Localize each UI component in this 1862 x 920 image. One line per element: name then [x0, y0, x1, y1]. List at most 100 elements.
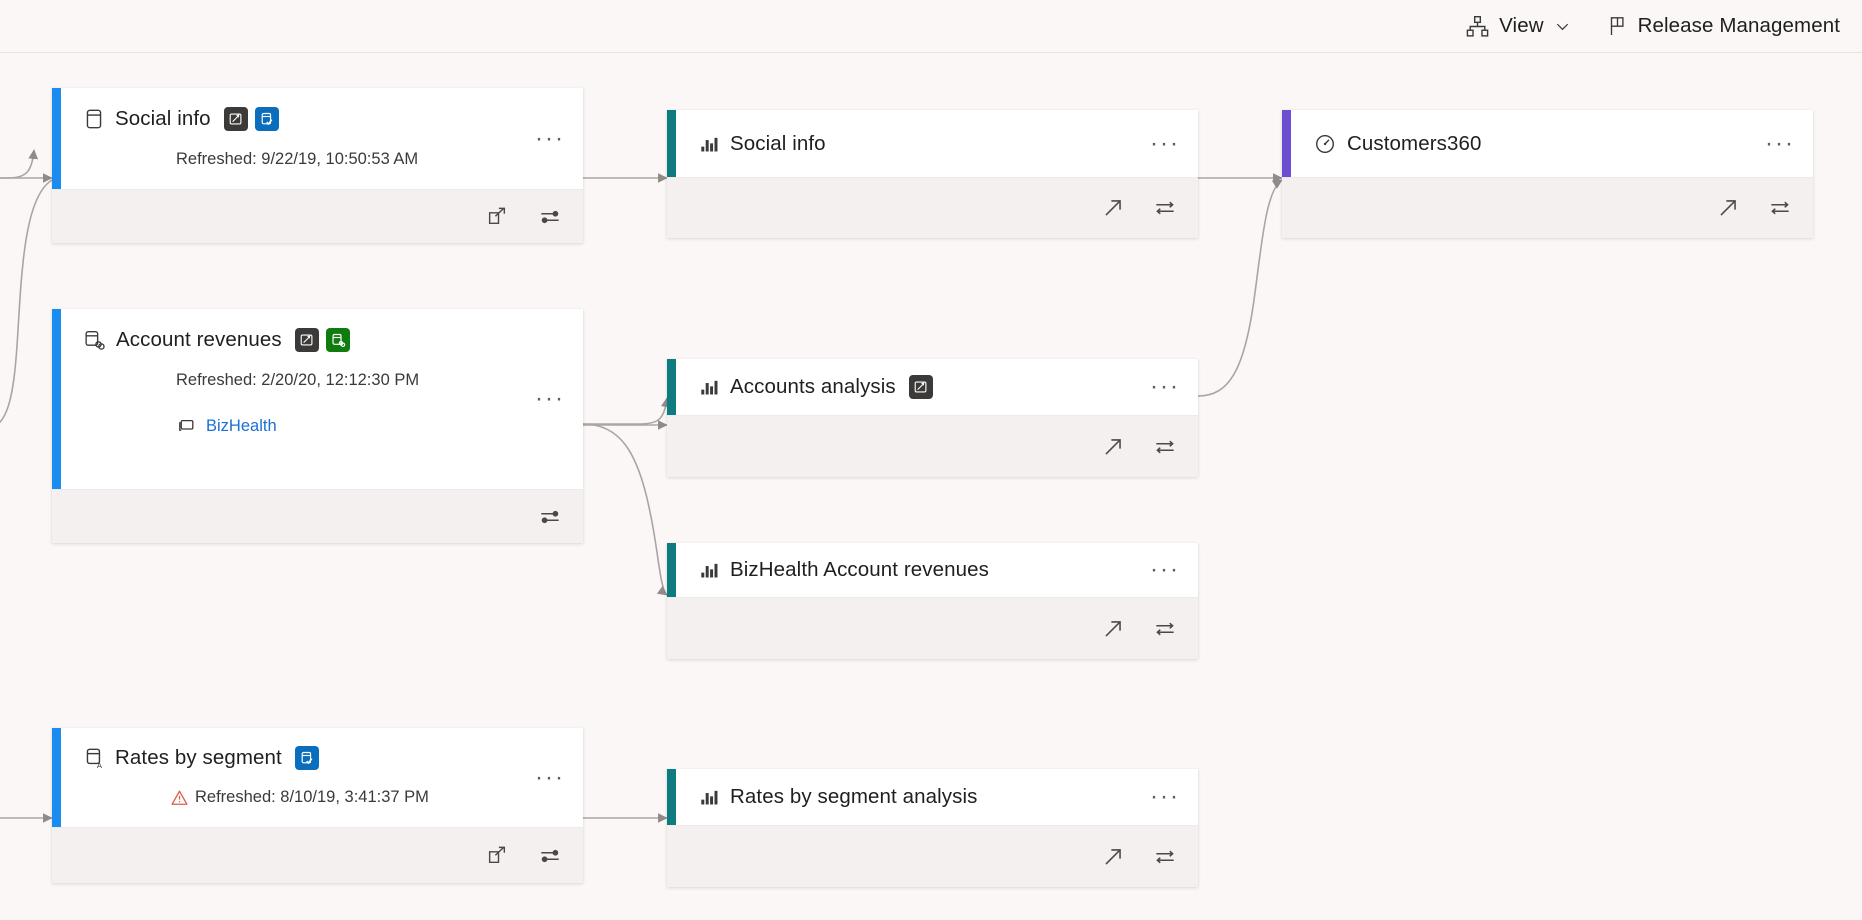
workspace-link[interactable]: BizHealth: [206, 417, 277, 436]
lineage-card-accounts-analysis-report[interactable]: Accounts analysis ···: [667, 359, 1198, 477]
card-header: Rates by segment analysis ···: [667, 769, 1198, 825]
promoted-badge-icon[interactable]: [223, 107, 248, 131]
card-header: A Rates by segment ···: [52, 728, 583, 789]
card-menu-button[interactable]: ···: [1146, 375, 1184, 399]
lineage-settings-icon[interactable]: [1767, 195, 1793, 221]
lineage-toolbar: View Release Management: [0, 0, 1862, 53]
card-menu-button[interactable]: ···: [531, 387, 569, 411]
card-footer: [52, 489, 583, 543]
bar-chart-icon: [698, 786, 720, 808]
card-accent-bar: [1282, 110, 1291, 177]
dataset-icon: [83, 107, 105, 131]
bar-chart-icon: [698, 376, 720, 398]
open-report-icon[interactable]: [1100, 844, 1126, 870]
open-in-new-window-icon[interactable]: [486, 843, 511, 868]
lineage-settings-icon[interactable]: [1152, 434, 1178, 460]
card-title: Rates by segment analysis: [730, 785, 978, 808]
warning-triangle-icon: [170, 788, 189, 807]
refresh-text: Refreshed: 9/22/19, 10:50:53 AM: [176, 150, 419, 168]
card-accent-bar: [667, 543, 676, 597]
lineage-settings-icon[interactable]: [1152, 616, 1178, 642]
card-accent-bar: [52, 728, 61, 827]
view-menu-label: View: [1499, 14, 1544, 37]
card-menu-button[interactable]: ···: [1146, 785, 1184, 809]
certified-badge-icon[interactable]: [254, 107, 279, 131]
bar-chart-icon: [698, 133, 720, 155]
lineage-settings-icon[interactable]: [537, 204, 563, 230]
card-accent-bar: [667, 769, 676, 825]
card-refresh-status: Refreshed: 2/20/20, 12:12:30 PM: [52, 371, 583, 390]
card-menu-button[interactable]: ···: [531, 126, 569, 150]
lineage-card-social-info-report[interactable]: Social info ···: [667, 110, 1198, 238]
hierarchy-icon: [1465, 14, 1490, 39]
card-footer: [52, 827, 583, 883]
card-body: Social info ··· Refreshed: 9/22/19, 10:5…: [52, 88, 583, 189]
dataset-a-icon: A: [83, 746, 105, 770]
promoted-badge-icon[interactable]: [908, 375, 933, 399]
card-title: BizHealth Account revenues: [730, 558, 989, 581]
card-title: Social info: [115, 107, 211, 130]
card-header: Account revenues ···: [52, 309, 583, 411]
lineage-settings-icon[interactable]: [1152, 844, 1178, 870]
card-header: BizHealth Account revenues ···: [667, 543, 1198, 597]
lineage-settings-icon[interactable]: [537, 504, 563, 530]
card-badges: [294, 328, 350, 352]
card-header: Social info ···: [667, 110, 1198, 177]
card-header: Accounts analysis ···: [667, 359, 1198, 415]
card-menu-button[interactable]: ···: [1146, 558, 1184, 582]
promoted-badge-icon[interactable]: [294, 328, 319, 352]
dashboard-gauge-icon: [1313, 132, 1337, 156]
lineage-card-customers360-dashboard[interactable]: Customers360 ···: [1282, 110, 1813, 238]
card-title: Account revenues: [116, 328, 282, 351]
svg-text:A: A: [97, 761, 103, 770]
card-accent-bar: [52, 309, 61, 489]
card-footer: [667, 415, 1198, 477]
lineage-card-rates-by-segment-analysis-report[interactable]: Rates by segment analysis ···: [667, 769, 1198, 887]
lineage-card-social-info-dataset[interactable]: Social info ··· Refreshed: 9/22/19, 10:5…: [52, 88, 583, 243]
card-badges: [223, 107, 279, 131]
lineage-settings-icon[interactable]: [1152, 195, 1178, 221]
card-menu-button[interactable]: ···: [1761, 131, 1799, 155]
card-accent-bar: [667, 110, 676, 177]
chevron-down-icon: [1553, 17, 1572, 36]
lineage-card-rates-by-segment-dataset[interactable]: A Rates by segment ··· Refreshed: 8/10/1…: [52, 728, 583, 883]
lineage-card-account-revenues-dataset[interactable]: Account revenues ··· Refreshed: 2/20/20,…: [52, 309, 583, 543]
open-report-icon[interactable]: [1100, 434, 1126, 460]
card-footer: [667, 597, 1198, 659]
card-title: Social info: [730, 131, 826, 155]
dataflow-badge-icon[interactable]: [325, 328, 350, 352]
card-menu-button[interactable]: ···: [1146, 131, 1184, 155]
card-header: Social info ···: [52, 88, 583, 150]
open-in-new-window-icon[interactable]: [486, 204, 511, 229]
card-footer: [52, 189, 583, 243]
card-badges: [908, 375, 933, 399]
open-dashboard-icon[interactable]: [1715, 195, 1741, 221]
open-report-icon[interactable]: [1100, 195, 1126, 221]
lineage-card-bizhealth-account-revenues-report[interactable]: BizHealth Account revenues ···: [667, 543, 1198, 659]
card-title: Customers360: [1347, 131, 1482, 155]
bar-chart-icon: [698, 559, 720, 581]
card-body: Customers360 ···: [1282, 110, 1813, 177]
card-body: BizHealth Account revenues ···: [667, 543, 1198, 597]
card-footer: [667, 825, 1198, 887]
view-menu-button[interactable]: View: [1455, 10, 1581, 43]
card-menu-button[interactable]: ···: [531, 765, 569, 789]
card-footer: [667, 177, 1198, 238]
card-header: Customers360 ···: [1282, 110, 1813, 177]
card-footer: [1282, 177, 1813, 238]
card-body: Accounts analysis ···: [667, 359, 1198, 415]
flag-icon: [1606, 14, 1629, 38]
open-report-icon[interactable]: [1100, 616, 1126, 642]
dataset-linked-icon: [83, 328, 106, 352]
card-title: Accounts analysis: [730, 375, 896, 398]
card-body: Account revenues ··· Refreshed: 2/20/20,…: [52, 309, 583, 489]
card-title: Rates by segment: [115, 746, 282, 769]
release-management-label: Release Management: [1637, 14, 1840, 37]
card-accent-bar: [52, 88, 61, 189]
card-body: Social info ···: [667, 110, 1198, 177]
certified-badge-icon[interactable]: [294, 746, 319, 770]
card-refresh-status: Refreshed: 8/10/19, 3:41:37 PM: [52, 788, 583, 807]
workspace-icon: [176, 416, 197, 437]
lineage-settings-icon[interactable]: [537, 843, 563, 869]
release-management-button[interactable]: Release Management: [1596, 10, 1850, 42]
